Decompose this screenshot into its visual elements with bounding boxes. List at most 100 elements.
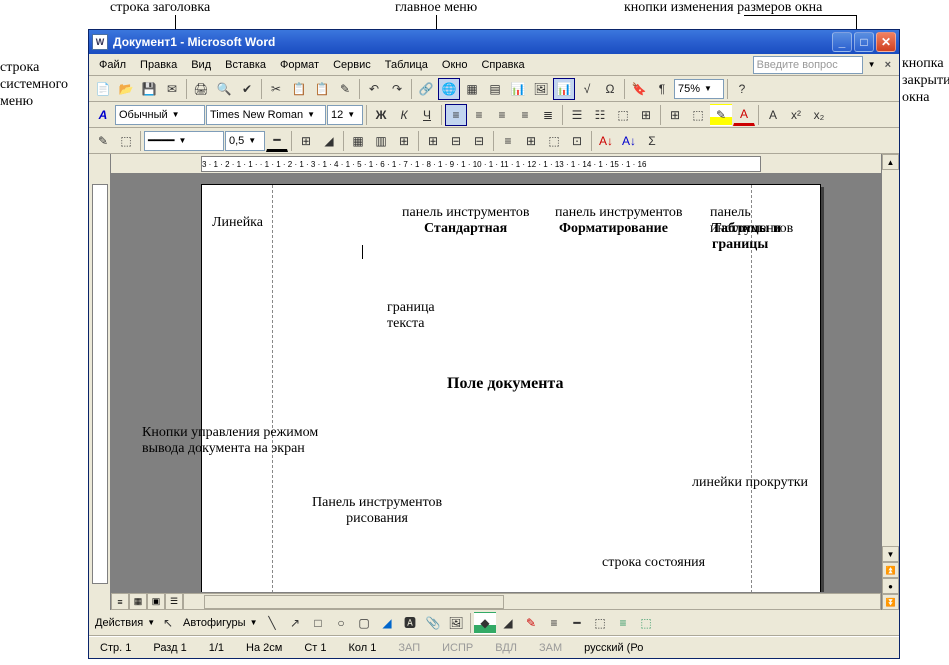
menu-edit[interactable]: Правка xyxy=(134,57,183,73)
decrease-indent-icon[interactable]: ⬚ xyxy=(612,104,634,126)
three-d-icon[interactable]: ⬚ xyxy=(635,612,657,634)
change-direction-icon[interactable]: ⊞ xyxy=(520,130,542,152)
align-right-icon[interactable]: ≡ xyxy=(491,104,513,126)
menu-view[interactable]: Вид xyxy=(185,57,217,73)
autosum-icon[interactable]: Σ xyxy=(641,130,663,152)
ask-question-box[interactable]: Введите вопрос xyxy=(753,56,863,74)
table-autoformat-icon[interactable]: ≡ xyxy=(497,130,519,152)
highlight-icon[interactable]: ✎ xyxy=(710,104,732,126)
superscript-icon[interactable]: x² xyxy=(785,104,807,126)
status-ext[interactable]: ВДЛ xyxy=(489,642,523,654)
font-combo[interactable]: Times New Roman▼ xyxy=(206,105,326,125)
drawing-actions-menu[interactable]: Действия▼ xyxy=(92,613,156,633)
merge-cells-icon[interactable]: ▥ xyxy=(370,130,392,152)
zoom-combo[interactable]: 75%▼ xyxy=(674,79,724,99)
scroll-up-icon[interactable]: ▲ xyxy=(882,154,899,170)
redo-icon[interactable]: ↷ xyxy=(386,78,408,100)
distribute-cols-icon[interactable]: ⊟ xyxy=(468,130,490,152)
format-painter-icon[interactable]: ✎ xyxy=(334,78,356,100)
copy-icon[interactable]: 📋 xyxy=(288,78,310,100)
undo-icon[interactable]: ↶ xyxy=(363,78,385,100)
increase-indent-icon[interactable]: ⊞ xyxy=(635,104,657,126)
hyperlink-icon[interactable]: 🔗 xyxy=(415,78,437,100)
maximize-button[interactable]: □ xyxy=(854,32,874,52)
document-map-icon[interactable]: 🔖 xyxy=(628,78,650,100)
line-style-icon[interactable]: ≡ xyxy=(543,612,565,634)
font-color-icon[interactable]: A xyxy=(733,104,755,126)
vertical-scrollbar[interactable]: ▲ ▼ ⏫ ● ⏬ xyxy=(881,154,899,610)
picture-icon[interactable]: 🖼 xyxy=(445,612,467,634)
page[interactable]: Линейка панель инструментов Стандартная … xyxy=(201,184,821,592)
oval-icon[interactable]: ○ xyxy=(330,612,352,634)
distribute-rows-icon[interactable]: ⊟ xyxy=(445,130,467,152)
menu-insert[interactable]: Вставка xyxy=(219,57,272,73)
excel-icon[interactable]: 📊 xyxy=(507,78,529,100)
status-lang[interactable]: русский (Ро xyxy=(578,642,649,654)
view-print-icon[interactable]: ▣ xyxy=(147,593,165,610)
arrow-style-icon[interactable]: ⬚ xyxy=(589,612,611,634)
horizontal-scrollbar[interactable] xyxy=(183,593,881,610)
open-icon[interactable]: 📂 xyxy=(115,78,137,100)
paste-icon[interactable]: 📋 xyxy=(311,78,333,100)
bold-button[interactable]: Ж xyxy=(370,104,392,126)
mail-icon[interactable]: ✉ xyxy=(161,78,183,100)
prev-page-icon[interactable]: ⏫ xyxy=(882,562,899,578)
spell-icon[interactable]: ✔ xyxy=(236,78,258,100)
line-weight-combo[interactable]: 0,5▼ xyxy=(225,131,265,151)
menu-file[interactable]: Файл xyxy=(93,57,132,73)
line-icon[interactable]: ╲ xyxy=(261,612,283,634)
border-style-icon[interactable]: ⬚ xyxy=(687,104,709,126)
grow-font-icon[interactable]: A xyxy=(762,104,784,126)
split-cells-icon[interactable]: ⊞ xyxy=(393,130,415,152)
menu-window[interactable]: Окно xyxy=(436,57,474,73)
dash-style-icon[interactable]: ━ xyxy=(566,612,588,634)
columns-icon[interactable]: 🖼 xyxy=(530,78,552,100)
outside-border-icon[interactable]: ⊞ xyxy=(664,104,686,126)
status-rec[interactable]: ЗАП xyxy=(392,642,426,654)
insert-table-icon2[interactable]: ▦ xyxy=(347,130,369,152)
equation-icon[interactable]: √ xyxy=(576,78,598,100)
table-grid-icon[interactable]: ⊡ xyxy=(566,130,588,152)
close-button[interactable]: ✕ xyxy=(876,32,896,52)
numbering-icon[interactable]: ☰ xyxy=(566,104,588,126)
print-icon[interactable]: 🖨 xyxy=(190,78,212,100)
scroll-down-icon[interactable]: ▼ xyxy=(882,546,899,562)
font-color-icon2[interactable]: ✎ xyxy=(520,612,542,634)
menu-help[interactable]: Справка xyxy=(475,57,530,73)
shading-color-icon[interactable]: ◢ xyxy=(318,130,340,152)
styles-pane-icon[interactable]: A xyxy=(92,104,114,126)
help-icon[interactable]: ? xyxy=(731,78,753,100)
document-close-button[interactable]: × xyxy=(881,57,895,73)
bullets-icon[interactable]: ☷ xyxy=(589,104,611,126)
view-web-icon[interactable]: ▦ xyxy=(129,593,147,610)
table-props-icon[interactable]: ⬚ xyxy=(543,130,565,152)
drawing-icon[interactable]: 📊 xyxy=(553,78,575,100)
symbol-icon[interactable]: Ω xyxy=(599,78,621,100)
ask-dropdown-icon[interactable]: ▼ xyxy=(868,60,876,69)
align-cells-icon[interactable]: ⊞ xyxy=(422,130,444,152)
sort-asc-icon[interactable]: A↓ xyxy=(595,130,617,152)
document-canvas[interactable]: Линейка панель инструментов Стандартная … xyxy=(111,174,881,592)
view-normal-icon[interactable]: ≡ xyxy=(111,593,129,610)
save-icon[interactable]: 💾 xyxy=(138,78,160,100)
clipart-icon[interactable]: 📎 xyxy=(422,612,444,634)
menu-tools[interactable]: Сервис xyxy=(327,57,377,73)
align-left-icon[interactable]: ≡ xyxy=(445,104,467,126)
align-justify-icon[interactable]: ≡ xyxy=(514,104,536,126)
status-ovr[interactable]: ЗАМ xyxy=(533,642,568,654)
border-icon[interactable]: ⊞ xyxy=(295,130,317,152)
fill-color-icon[interactable]: ◆ xyxy=(474,612,496,634)
vertical-ruler[interactable] xyxy=(89,154,111,610)
shadow-icon[interactable]: ≡ xyxy=(612,612,634,634)
status-trk[interactable]: ИСПР xyxy=(436,642,479,654)
size-combo[interactable]: 12▼ xyxy=(327,105,363,125)
select-objects-icon[interactable]: ↖ xyxy=(157,612,179,634)
rectangle-icon[interactable]: □ xyxy=(307,612,329,634)
line-spacing-icon[interactable]: ≣ xyxy=(537,104,559,126)
browse-object-icon[interactable]: ● xyxy=(882,578,899,594)
preview-icon[interactable]: 🔍 xyxy=(213,78,235,100)
minimize-button[interactable]: _ xyxy=(832,32,852,52)
tables-borders-icon[interactable]: ▦ xyxy=(461,78,483,100)
system-menu-icon[interactable]: W xyxy=(92,34,108,50)
menu-table[interactable]: Таблица xyxy=(379,57,434,73)
